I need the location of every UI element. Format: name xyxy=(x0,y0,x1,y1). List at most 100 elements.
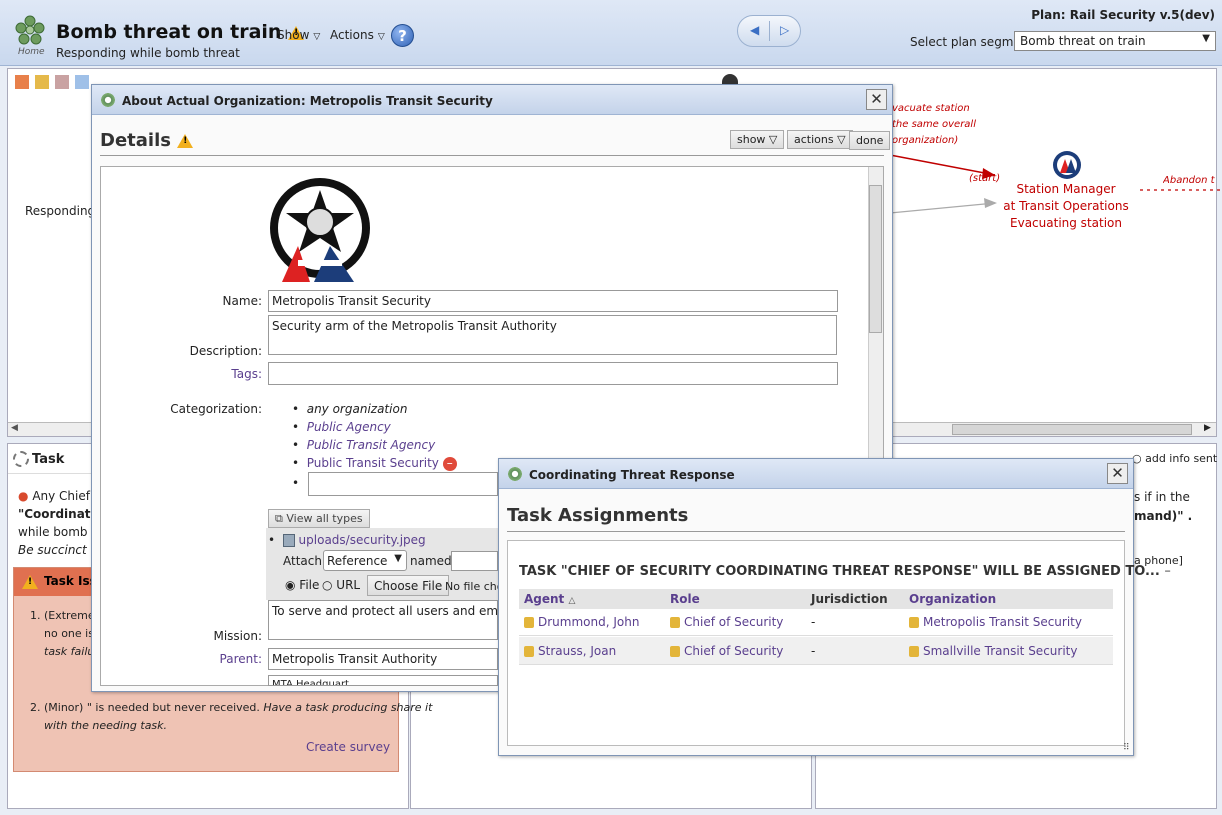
actions-menu-label[interactable]: Actions xyxy=(330,28,374,42)
task-summary: ● Any Chief "Coordinatin while bomb th B… xyxy=(18,487,94,559)
mission-field[interactable]: To serve and protect all users and emplo… xyxy=(268,600,498,640)
url-radio[interactable]: ○ URL xyxy=(322,578,360,592)
role-cell[interactable]: Chief of Security xyxy=(670,644,783,658)
close-icon[interactable]: ✕ xyxy=(1107,463,1128,484)
attach-type-select[interactable]: Reference ▼ xyxy=(323,550,407,571)
category-item[interactable]: • Public Agency xyxy=(292,420,391,434)
toolbar-icon[interactable] xyxy=(75,75,89,89)
actions-button[interactable]: actions ▽ xyxy=(787,130,853,149)
category-link[interactable]: Public Transit Agency xyxy=(307,438,435,452)
done-button[interactable]: done xyxy=(849,131,891,150)
toolbar-icon[interactable] xyxy=(35,75,49,89)
task-summary-line: Any Chief xyxy=(32,489,90,503)
toolbar-icon[interactable] xyxy=(55,75,69,89)
back-arrow-icon[interactable]: ◀ xyxy=(750,23,759,37)
gear-icon xyxy=(100,92,116,108)
divider xyxy=(507,531,1125,532)
add-info-sent[interactable]: ○ add info sent xyxy=(1132,452,1217,465)
col-header-jurisdiction[interactable]: Jurisdiction xyxy=(811,592,888,606)
col-header-label[interactable]: Agent xyxy=(524,592,564,606)
attachment-item[interactable]: • uploads/security.jpeg xyxy=(268,533,426,547)
task-summary-line: Be succinct xyxy=(18,543,87,557)
category-item[interactable]: • Public Transit Agency xyxy=(292,438,435,452)
show-button[interactable]: show ▽ xyxy=(730,130,785,149)
name-field[interactable]: Metropolis Transit Security xyxy=(268,290,838,312)
scrollbar-thumb[interactable] xyxy=(952,424,1192,435)
task-summary-line: "Coordinatin xyxy=(18,507,94,521)
role-link[interactable]: Chief of Security xyxy=(684,615,783,629)
categorization-label: Categorization: xyxy=(170,402,262,416)
view-all-label: View all types xyxy=(286,512,363,525)
task-summary-line: while bomb th xyxy=(18,525,94,539)
actions-button-label: actions xyxy=(794,133,834,146)
file-radio[interactable]: ◉ File xyxy=(285,578,319,592)
forward-arrow-icon[interactable]: ▷ xyxy=(780,23,789,37)
organization-link[interactable]: Smallville Transit Security xyxy=(923,644,1077,658)
plan-label: Plan: Rail Security v.5(dev) xyxy=(1031,8,1215,22)
collapse-icon[interactable]: – xyxy=(1164,564,1171,579)
location-field[interactable]: MTA Headquart xyxy=(268,675,498,686)
view-all-types-button[interactable]: ⧉ View all types xyxy=(268,509,370,528)
flow-edge[interactable] xyxy=(889,154,996,176)
organization-cell[interactable]: Metropolis Transit Security xyxy=(909,615,1082,629)
choose-file-button[interactable]: Choose File xyxy=(367,575,450,596)
actions-menu[interactable]: Actions ▽ xyxy=(330,28,385,42)
close-icon[interactable]: ✕ xyxy=(866,89,887,110)
organization-icon xyxy=(909,617,919,628)
flow-node-label[interactable]: Responding xyxy=(25,204,95,218)
resize-handle-icon[interactable]: ⠿ xyxy=(1123,743,1130,753)
organization-link[interactable]: Metropolis Transit Security xyxy=(923,615,1082,629)
col-header-role[interactable]: Role xyxy=(670,592,700,606)
parent-field[interactable]: Metropolis Transit Authority xyxy=(268,648,498,670)
flow-node-station-manager[interactable]: Station Manager at Transit Operations Ev… xyxy=(996,181,1136,232)
task-dialog-titlebar[interactable]: Coordinating Threat Response xyxy=(499,459,1133,489)
create-survey-link[interactable]: Create survey xyxy=(306,740,390,754)
home-logo-icon[interactable] xyxy=(13,13,47,47)
col-header-agent[interactable]: Agent △ xyxy=(524,592,575,606)
chevron-down-icon: ▽ xyxy=(313,32,321,42)
role-link[interactable]: Chief of Security xyxy=(684,644,783,658)
add-info-label[interactable]: add info sent xyxy=(1145,452,1217,465)
remove-icon[interactable]: – xyxy=(442,456,457,471)
help-button[interactable]: ? xyxy=(391,24,414,47)
flow-edge[interactable] xyxy=(889,202,996,214)
gear-icon[interactable] xyxy=(13,451,29,467)
segment-select-value: Bomb threat on train xyxy=(1020,34,1146,48)
named-label: named xyxy=(410,554,452,568)
agent-link[interactable]: Strauss, Joan xyxy=(538,644,616,658)
agent-cell[interactable]: Drummond, John xyxy=(524,615,639,629)
col-header-organization[interactable]: Organization xyxy=(909,592,996,606)
category-link[interactable]: Public Transit Security xyxy=(307,456,439,470)
category-link[interactable]: Public Agency xyxy=(307,420,391,434)
tags-field[interactable] xyxy=(268,362,838,385)
task-assignments-heading: Task Assignments xyxy=(507,505,689,526)
no-file-label: No file cho xyxy=(445,580,498,593)
new-category-field[interactable] xyxy=(308,472,498,496)
scroll-right-icon[interactable]: ▶ xyxy=(1204,423,1211,433)
agent-cell[interactable]: Strauss, Joan xyxy=(524,644,616,658)
issue-line: no one is xyxy=(44,627,92,640)
scrollbar-thumb[interactable] xyxy=(869,185,882,333)
flow-note-line: vacuate station xyxy=(892,103,970,114)
description-field[interactable]: Security arm of the Metropolis Transit A… xyxy=(268,315,837,355)
attachment-name-field[interactable] xyxy=(451,551,498,571)
home-label[interactable]: Home xyxy=(18,47,45,57)
segment-select[interactable]: Bomb threat on train ▼ xyxy=(1014,31,1216,51)
agent-link[interactable]: Drummond, John xyxy=(538,615,639,629)
show-menu[interactable]: Show ▽ xyxy=(277,28,320,42)
parent-link[interactable]: Parent: xyxy=(180,652,262,666)
org-dialog-titlebar[interactable]: About Actual Organization: Metropolis Tr… xyxy=(92,85,892,115)
role-cell[interactable]: Chief of Security xyxy=(670,615,783,629)
scroll-left-icon[interactable]: ◀ xyxy=(11,423,18,433)
assignments-banner: TASK "CHIEF OF SECURITY COORDINATING THR… xyxy=(519,564,1171,579)
organization-cell[interactable]: Smallville Transit Security xyxy=(909,644,1077,658)
dropdown-arrow-icon: ▼ xyxy=(1202,33,1210,44)
category-item[interactable]: • Public Transit Security – xyxy=(292,456,457,471)
warning-icon[interactable] xyxy=(177,134,194,148)
attachment-link[interactable]: uploads/security.jpeg xyxy=(299,533,426,547)
show-menu-label[interactable]: Show xyxy=(277,28,309,42)
tags-link[interactable]: Tags: xyxy=(180,367,262,381)
toolbar-icon[interactable] xyxy=(15,75,29,89)
task-title: Task xyxy=(32,452,65,467)
nav-divider xyxy=(769,21,770,41)
